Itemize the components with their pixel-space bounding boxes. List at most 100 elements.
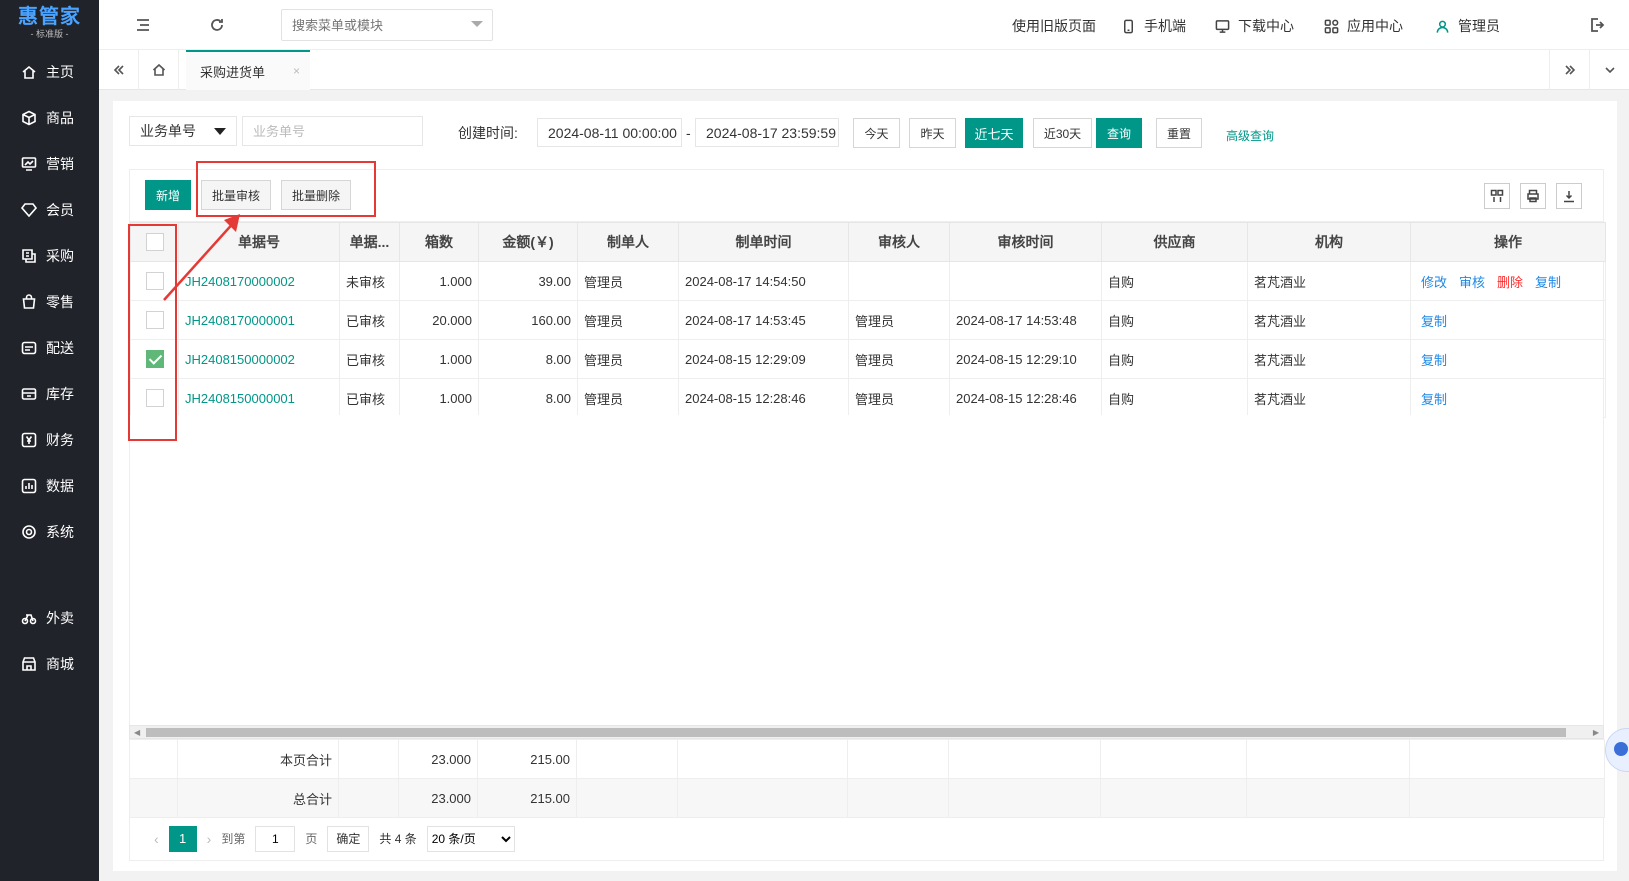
sidebar-item-6[interactable]: 配送 <box>0 328 99 368</box>
columns-filter-icon[interactable] <box>1484 183 1510 209</box>
sidebar-item-2[interactable]: 营销 <box>0 144 99 184</box>
table-row[interactable]: JH2408150000001 已审核 1.000 8.00 管理员 2024-08-15… <box>130 378 1606 418</box>
tab-purchase-receipt[interactable]: 采购进货单 × <box>186 50 310 90</box>
sidebar-item-5[interactable]: 零售 <box>0 282 99 322</box>
brand-edition: - 标准版 - <box>30 29 69 39</box>
refresh-icon[interactable] <box>207 15 227 35</box>
auditor-cell: 管理员 <box>848 300 950 340</box>
table-row[interactable]: JH2408170000001 已审核 20.000 160.00 管理员 2024-08… <box>130 300 1606 340</box>
header-link-4[interactable]: 管理员 <box>1435 16 1500 36</box>
row-action-3[interactable]: 复制 <box>1535 275 1561 290</box>
close-icon[interactable]: × <box>293 64 300 78</box>
sidebar-item-7[interactable]: 库存 <box>0 374 99 414</box>
query-button[interactable]: 查询 <box>1096 118 1142 148</box>
table-row[interactable]: JH2408170000002 未审核 1.000 39.00 管理员 2024-08-1… <box>130 261 1606 301</box>
goto-confirm-button[interactable]: 确定 <box>327 825 370 852</box>
sidebar-item-9[interactable]: 数据 <box>0 466 99 506</box>
batch-delete-button[interactable]: 批量删除 <box>281 180 351 210</box>
last-7-days-button[interactable]: 近七天 <box>965 118 1023 148</box>
col-org[interactable]: 机构 <box>1247 222 1411 262</box>
header-link-1[interactable]: 手机端 <box>1121 16 1186 36</box>
truck-icon <box>20 339 38 357</box>
scrollbar-thumb[interactable] <box>146 728 1566 737</box>
auditor-cell <box>848 261 950 301</box>
tabs-scroll-right-icon[interactable] <box>1549 50 1589 90</box>
home-tab-icon[interactable] <box>139 50 179 90</box>
chevron-down-icon[interactable] <box>471 21 483 27</box>
last-30-days-button[interactable]: 近30天 <box>1033 118 1092 148</box>
spacer-cell <box>338 778 399 818</box>
header-link-2[interactable]: 下载中心 <box>1215 16 1294 36</box>
data-icon <box>20 477 38 495</box>
sidebar-item-8[interactable]: 财务 <box>0 420 99 460</box>
today-button[interactable]: 今天 <box>853 118 900 148</box>
row-action-2[interactable]: 删除 <box>1497 275 1523 290</box>
yesterday-button[interactable]: 昨天 <box>909 118 956 148</box>
current-page[interactable]: 1 <box>168 825 197 852</box>
horizontal-scrollbar[interactable]: ◀ ▶ <box>129 725 1604 739</box>
supplier-cell: 自购 <box>1101 300 1248 340</box>
sidebar-item-label: 营销 <box>46 156 74 172</box>
field-select[interactable]: 业务单号 <box>129 116 237 146</box>
row-action-0[interactable]: 复制 <box>1421 392 1447 407</box>
menu-search-input[interactable] <box>281 9 493 41</box>
tabs-menu-chevron-icon[interactable] <box>1589 50 1629 90</box>
header-link-3[interactable]: 应用中心 <box>1324 16 1403 36</box>
col-supplier[interactable]: 供应商 <box>1101 222 1248 262</box>
sidebar-item-1[interactable]: 商品 <box>0 98 99 138</box>
table-row[interactable]: JH2408150000002 已审核 1.000 8.00 管理员 2024-08-15… <box>130 339 1606 379</box>
chevron-down-icon <box>214 128 226 135</box>
supplier-cell: 自购 <box>1101 378 1248 418</box>
goto-page-input[interactable] <box>255 825 296 852</box>
sidebar-item-4[interactable]: 采购 <box>0 236 99 276</box>
print-icon[interactable] <box>1520 183 1546 209</box>
col-audited-at[interactable]: 审核时间 <box>949 222 1102 262</box>
row-checkbox[interactable] <box>145 311 164 329</box>
sidebar-item-3[interactable]: 会员 <box>0 190 99 230</box>
field-select-value: 业务单号 <box>140 123 196 139</box>
col-made-at[interactable]: 制单时间 <box>678 222 849 262</box>
order-no-input[interactable] <box>242 116 423 146</box>
boxes-cell: 1.000 <box>399 339 479 379</box>
sidebar-item-11[interactable]: 外卖 <box>0 598 99 638</box>
row-action-1[interactable]: 审核 <box>1459 275 1485 290</box>
export-icon[interactable] <box>1556 183 1582 209</box>
page-total-label: 本页合计 <box>177 739 339 779</box>
col-boxes[interactable]: 箱数 <box>399 222 479 262</box>
col-maker[interactable]: 制单人 <box>577 222 679 262</box>
sidebar-item-label: 配送 <box>46 340 74 356</box>
menu-toggle-icon[interactable] <box>133 15 153 35</box>
col-auditor[interactable]: 审核人 <box>848 222 950 262</box>
sidebar-item-label: 采购 <box>46 248 74 264</box>
spacer-cell <box>847 739 949 779</box>
tabs-scroll-left-icon[interactable] <box>99 50 139 90</box>
logout-icon[interactable] <box>1587 15 1607 35</box>
next-page-icon[interactable]: › <box>207 831 212 847</box>
order-no-link[interactable]: JH2408150000002 <box>178 339 340 379</box>
advanced-query-link[interactable]: 高级查询 <box>1226 127 1274 144</box>
col-status[interactable]: 单据... <box>339 222 400 262</box>
spacer-cell <box>576 739 678 779</box>
row-action-0[interactable]: 修改 <box>1421 275 1447 290</box>
sidebar-item-0[interactable]: 主页 <box>0 52 99 92</box>
start-date-input[interactable]: 2024-08-11 00:00:00 <box>537 118 682 147</box>
table-header-row: 单据号 单据... 箱数 金额(￥) 制单人 制单时间 审核人 审核时间 供应商… <box>130 222 1606 262</box>
scroll-left-arrow-icon[interactable]: ◀ <box>134 728 140 737</box>
end-date-input[interactable]: 2024-08-17 23:59:59 <box>695 118 839 147</box>
reset-button[interactable]: 重置 <box>1156 118 1202 148</box>
sidebar-item-10[interactable]: 系统 <box>0 512 99 552</box>
header-link-0[interactable]: 使用旧版页面 <box>1012 16 1096 36</box>
page-size-select[interactable]: 20 条/页 <box>426 825 515 852</box>
scroll-right-arrow-icon[interactable]: ▶ <box>1593 728 1599 737</box>
brand-name: 惠管家 <box>18 6 81 28</box>
row-action-0[interactable]: 复制 <box>1421 314 1447 329</box>
order-no-link[interactable]: JH2408150000001 <box>178 378 340 418</box>
sidebar-item-12[interactable]: 商城 <box>0 644 99 684</box>
spacer-cell <box>1409 739 1605 779</box>
row-action-0[interactable]: 复制 <box>1421 353 1447 368</box>
prev-page-icon[interactable]: ‹ <box>154 831 159 847</box>
row-checkbox[interactable] <box>145 350 164 368</box>
audited-at-cell: 2024-08-15 12:29:10 <box>949 339 1102 379</box>
row-checkbox[interactable] <box>145 389 164 407</box>
col-amount[interactable]: 金额(￥) <box>478 222 578 262</box>
